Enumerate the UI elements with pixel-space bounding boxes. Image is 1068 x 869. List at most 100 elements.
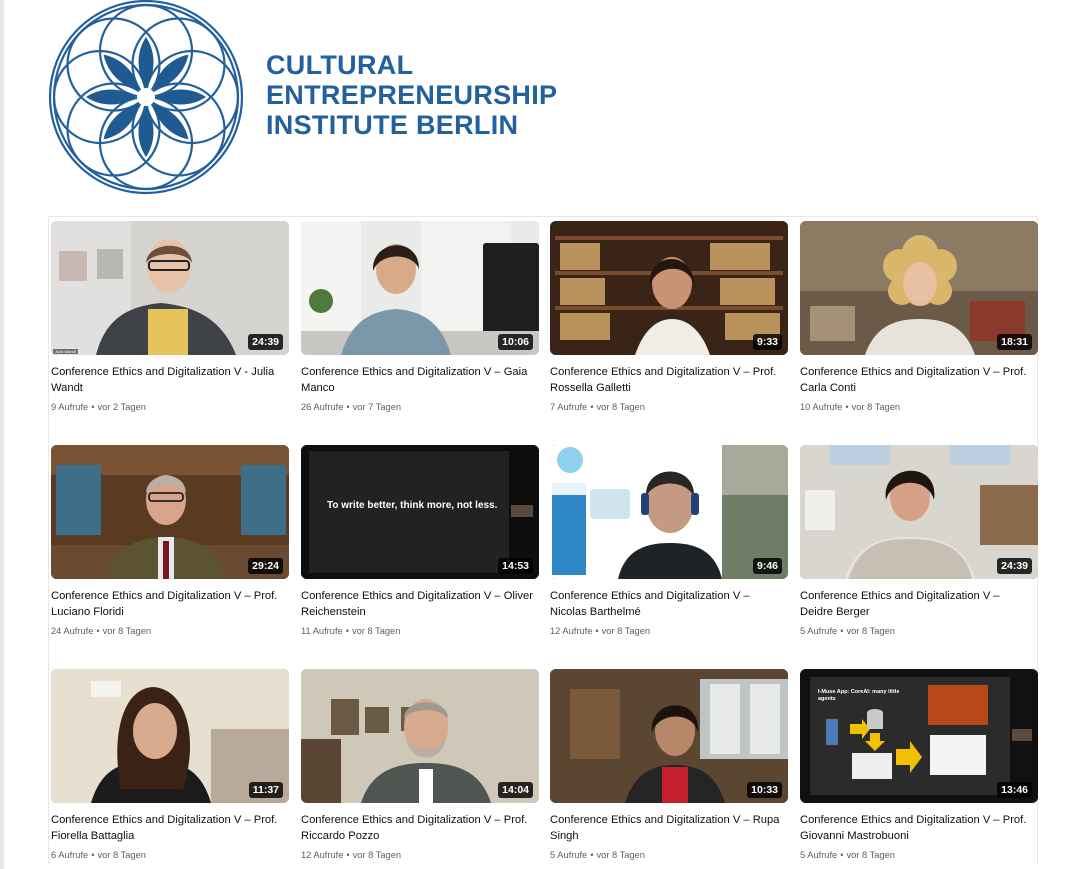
video-card[interactable]: Julia Wandt 24:39 Conference Ethics and … [51,221,289,414]
video-title[interactable]: Conference Ethics and Digitalization V –… [301,588,533,620]
video-meta: 26 Aufrufe • vor 7 Tagen [301,401,539,414]
video-card[interactable]: 18:31 Conference Ethics and Digitalizati… [800,221,1038,414]
upload-age: vor 8 Tagen [351,626,401,636]
video-meta: 9 Aufrufe • vor 2 Tagen [51,401,289,414]
upload-age: vor 2 Tagen [97,402,146,412]
video-card[interactable]: I-Muse App: CoreAI: many little agents 1… [800,669,1038,862]
video-duration: 13:46 [997,782,1032,798]
video-title[interactable]: Conference Ethics and Digitalization V –… [51,588,283,620]
upload-age: vor 8 Tagen [102,626,152,636]
view-count: 6 Aufrufe [51,850,89,860]
video-meta: 5 Aufrufe • vor 8 Tagen [800,849,1038,862]
video-title[interactable]: Conference Ethics and Digitalization V –… [51,812,283,844]
video-card[interactable]: 10:33 Conference Ethics and Digitalizati… [550,669,788,862]
video-card[interactable]: 9:33 Conference Ethics and Digitalizatio… [550,221,788,414]
upload-age: vor 8 Tagen [596,850,645,860]
video-thumbnail[interactable]: 11:37 [51,669,289,803]
video-thumbnail[interactable]: 24:39 [800,445,1038,579]
view-count: 5 Aufrufe [550,850,588,860]
meta-separator: • [840,626,844,636]
video-title[interactable]: Conference Ethics and Digitalization V –… [550,588,782,620]
video-title[interactable]: Conference Ethics and Digitalization V –… [800,588,1032,620]
video-card[interactable]: 11:37 Conference Ethics and Digitalizati… [51,669,289,862]
video-card[interactable]: To write better, think more, not less. 1… [301,445,539,638]
video-thumbnail[interactable]: 29:24 [51,445,289,579]
video-thumbnail[interactable]: 10:33 [550,669,788,803]
video-meta: 6 Aufrufe • vor 8 Tagen [51,849,289,862]
upload-age: vor 7 Tagen [352,402,402,412]
video-card[interactable]: 24:39 Conference Ethics and Digitalizati… [800,445,1038,638]
view-count: 24 Aufrufe [51,626,94,636]
brand-line-1: CULTURAL [266,50,414,80]
video-title[interactable]: Conference Ethics and Digitalization V –… [301,812,533,844]
video-meta: 12 Aufrufe • vor 8 Tagen [301,849,539,862]
channel-banner: CULTURAL ENTREPRENEURSHIP INSTITUTE BERL… [44,0,604,200]
video-card[interactable]: 14:04 Conference Ethics and Digitalizati… [301,669,539,862]
upload-age: vor 8 Tagen [596,402,645,412]
view-count: 5 Aufrufe [800,626,838,636]
video-meta: 7 Aufrufe • vor 8 Tagen [550,401,788,414]
upload-age: vor 8 Tagen [601,626,651,636]
upload-age: vor 8 Tagen [846,850,895,860]
video-duration: 10:06 [498,334,533,350]
video-duration: 24:39 [248,334,283,350]
video-thumbnail[interactable]: Julia Wandt 24:39 [51,221,289,355]
view-count: 11 Aufrufe [301,626,343,636]
view-count: 10 Aufrufe [800,402,843,412]
channel-name: CULTURAL ENTREPRENEURSHIP INSTITUTE BERL… [266,50,557,140]
brand-line-3: INSTITUTE BERLIN [266,110,519,140]
video-card[interactable]: 29:24 Conference Ethics and Digitalizati… [51,445,289,638]
meta-separator: • [345,626,349,636]
meta-separator: • [595,626,599,636]
video-thumbnail[interactable]: 14:04 [301,669,539,803]
video-title[interactable]: Conference Ethics and Digitalization V –… [301,364,533,396]
video-meta: 5 Aufrufe • vor 8 Tagen [800,625,1038,638]
video-thumbnail[interactable]: To write better, think more, not less. 1… [301,445,539,579]
video-title[interactable]: Conference Ethics and Digitalization V –… [550,364,782,396]
video-duration: 24:39 [997,558,1032,574]
video-duration: 18:31 [997,334,1032,350]
meta-separator: • [346,850,350,860]
meta-separator: • [91,850,95,860]
upload-age: vor 8 Tagen [846,626,895,636]
view-count: 7 Aufrufe [550,402,588,412]
meta-separator: • [91,402,95,412]
flower-of-life-logo-icon [48,0,244,195]
video-duration: 10:33 [747,782,782,798]
video-title[interactable]: Conference Ethics and Digitalization V –… [800,364,1032,396]
view-count: 26 Aufrufe [301,402,344,412]
video-thumbnail[interactable]: I-Muse App: CoreAI: many little agents 1… [800,669,1038,803]
upload-age: vor 8 Tagen [97,850,146,860]
view-count: 12 Aufrufe [550,626,593,636]
view-count: 12 Aufrufe [301,850,344,860]
video-thumbnail[interactable]: 18:31 [800,221,1038,355]
video-meta: 10 Aufrufe • vor 8 Tagen [800,401,1038,414]
video-card[interactable]: 9:46 Conference Ethics and Digitalizatio… [550,445,788,638]
video-meta: 12 Aufrufe • vor 8 Tagen [550,625,788,638]
video-duration: 9:46 [752,558,782,574]
video-title[interactable]: Conference Ethics and Digitalization V -… [51,364,283,396]
video-title[interactable]: Conference Ethics and Digitalization V –… [800,812,1032,844]
slide-quote: To write better, think more, not less. [327,500,498,511]
video-duration: 14:53 [498,558,533,574]
view-count: 5 Aufrufe [800,850,838,860]
meta-separator: • [845,402,849,412]
meta-separator: • [590,402,594,412]
speaker-name-tag: Julia Wandt [53,349,78,354]
slide-title: I-Muse App: CoreAI: many little agents [818,689,900,702]
window-edge [0,0,4,869]
video-meta: 5 Aufrufe • vor 8 Tagen [550,849,788,862]
video-meta: 24 Aufrufe • vor 8 Tagen [51,625,289,638]
video-thumbnail[interactable]: 9:46 [550,445,788,579]
video-duration: 9:33 [752,334,782,350]
meta-separator: • [346,402,350,412]
video-duration: 14:04 [498,782,533,798]
video-duration: 29:24 [248,558,283,574]
channel-page: CULTURAL ENTREPRENEURSHIP INSTITUTE BERL… [0,0,1068,869]
video-card[interactable]: 10:06 Conference Ethics and Digitalizati… [301,221,539,414]
video-thumbnail[interactable]: 10:06 [301,221,539,355]
video-duration: 11:37 [248,782,283,798]
video-title[interactable]: Conference Ethics and Digitalization V –… [550,812,782,844]
video-thumbnail[interactable]: 9:33 [550,221,788,355]
upload-age: vor 8 Tagen [352,850,402,860]
